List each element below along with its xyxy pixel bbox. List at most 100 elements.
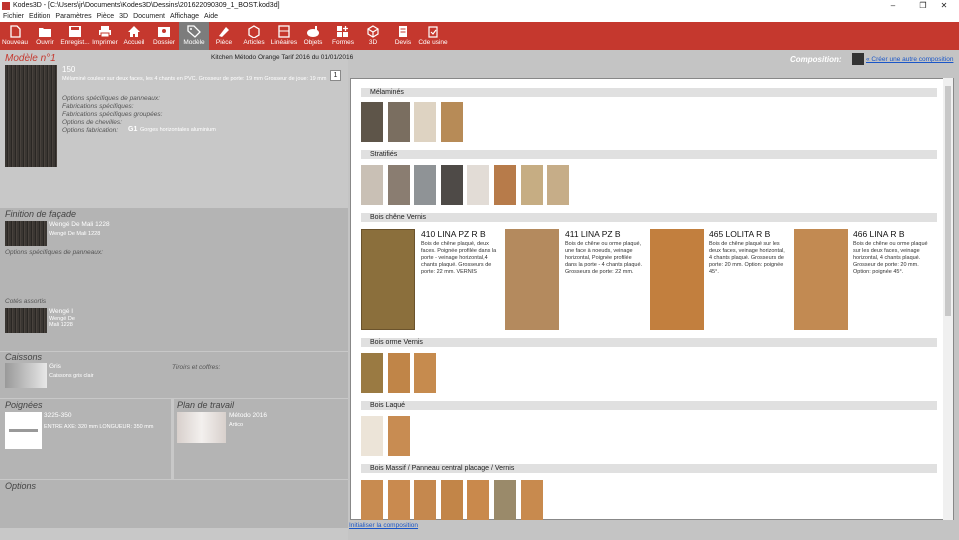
- plan-swatch[interactable]: [177, 412, 226, 443]
- cde-usine-button[interactable]: Cde usine: [418, 22, 448, 50]
- swatch[interactable]: [547, 165, 569, 205]
- category-header-laque[interactable]: Bois Laqué: [361, 401, 937, 410]
- swatch[interactable]: [414, 480, 436, 520]
- tag-icon: [187, 25, 201, 38]
- caissons-swatch[interactable]: [5, 363, 47, 388]
- swatch[interactable]: [441, 102, 463, 142]
- swatch[interactable]: [441, 480, 463, 520]
- swatch[interactable]: [388, 102, 410, 142]
- reset-composition-link[interactable]: Initialiser la composition: [349, 522, 418, 529]
- finition-section: [0, 208, 348, 351]
- cote-swatch[interactable]: [5, 308, 47, 333]
- menu-edition[interactable]: Edition: [29, 12, 50, 22]
- finition-title: Finition de façade: [5, 209, 77, 219]
- catalog-label: Kitchen Método Orange Tarif 2016 du 01/0…: [211, 54, 354, 61]
- door-410-desc: Bois de chêne plaqué, deux faces. Poigné…: [421, 241, 497, 275]
- catalog-panel: Mélaminés Stratifiés Bois chêne Vernis 4…: [350, 78, 954, 520]
- close-icon[interactable]: ✕: [929, 0, 959, 12]
- swatch[interactable]: [521, 480, 543, 520]
- model-panel: Modèle n°1 150 Mélaminé couleur sur deux…: [0, 50, 348, 540]
- swatch[interactable]: [494, 165, 516, 205]
- option-fabrication: Options fabrication:: [62, 127, 119, 134]
- menu-document[interactable]: Document: [133, 12, 165, 22]
- menu-affichage[interactable]: Affichage: [170, 12, 199, 22]
- poignee-code: 3225-350: [44, 412, 72, 419]
- folder-open-icon: [39, 28, 51, 37]
- door-465-desc: Bois de chêne plaqué sur les deux faces,…: [709, 241, 785, 275]
- fab-text: Gorges horizontales aluminium: [140, 127, 216, 133]
- door-410-image[interactable]: [361, 229, 415, 330]
- category-header-orme-vernis[interactable]: Bois orme Vernis: [361, 338, 937, 347]
- window-title: Kodes3D - [C:\Users\jr\Documents\Kodes3D…: [13, 2, 280, 9]
- finition-sub: Wengé De Mali 1228: [49, 231, 101, 237]
- caissons-title: Caissons: [5, 352, 43, 362]
- caissons-sub: Caissons gris clair: [49, 373, 94, 379]
- door-465-image[interactable]: [650, 229, 704, 330]
- swatch[interactable]: [361, 480, 383, 520]
- model-badge[interactable]: 1: [330, 70, 341, 81]
- composition-thumbnail[interactable]: [852, 53, 864, 65]
- door-466-image[interactable]: [794, 229, 848, 330]
- swatch[interactable]: [388, 353, 410, 393]
- shapes-icon: [337, 26, 348, 37]
- room-icon: [219, 27, 229, 37]
- swatch[interactable]: [388, 416, 410, 456]
- swatch[interactable]: [441, 165, 463, 205]
- menu-bar: Fichier Edition Paramètres Pièce 3D Document A…: [0, 12, 959, 22]
- swatch[interactable]: [414, 102, 436, 142]
- swatch[interactable]: [414, 353, 436, 393]
- plan-title: Plan de travail: [177, 400, 235, 410]
- swatch[interactable]: [361, 416, 383, 456]
- scrollbar-thumb[interactable]: [945, 86, 951, 316]
- menu-piece[interactable]: Pièce: [97, 12, 115, 22]
- category-header-massif[interactable]: Bois Massif / Panneau central placage / …: [361, 464, 937, 473]
- option-fabrications-groupees: Fabrications spécifiques groupées:: [62, 111, 163, 118]
- composition-label: Composition:: [790, 55, 842, 64]
- cote-sub2: Mali 1228: [49, 322, 73, 328]
- category-header-stratifies[interactable]: Stratifiés: [361, 150, 937, 159]
- swatch[interactable]: [494, 480, 516, 520]
- menu-3d[interactable]: 3D: [119, 12, 128, 22]
- options-section: [0, 480, 348, 528]
- door-466-title[interactable]: 466 LINA R B: [853, 229, 905, 239]
- door-411-title[interactable]: 411 LINA PZ B: [565, 229, 621, 239]
- door-411-image[interactable]: [505, 229, 559, 330]
- model-door-thumbnail[interactable]: [5, 65, 57, 167]
- plan-name: Método 2016: [229, 412, 267, 419]
- user-folder-icon: [158, 27, 170, 37]
- home-icon: [128, 26, 140, 37]
- swatch[interactable]: [361, 165, 383, 205]
- cotes-title: Cotés assortis: [5, 298, 47, 305]
- swatch[interactable]: [388, 165, 410, 205]
- swatch[interactable]: [361, 102, 383, 142]
- plan-sub: Artico: [229, 422, 244, 428]
- poignee-thumbnail[interactable]: [5, 412, 42, 449]
- finition-swatch[interactable]: [5, 221, 47, 246]
- swatch[interactable]: [467, 165, 489, 205]
- tiroirs-label: Tiroirs et coffres:: [172, 364, 221, 371]
- finition-panneaux: Options spécifiques de panneaux:: [5, 249, 103, 256]
- door-465-title[interactable]: 465 LOLITA R B: [709, 229, 770, 239]
- create-composition-link[interactable]: « Créer une autre composition: [866, 56, 953, 63]
- menu-parametres[interactable]: Paramètres: [55, 12, 91, 22]
- door-410-title[interactable]: 410 LINA PZ R B: [421, 229, 486, 239]
- menu-fichier[interactable]: Fichier: [3, 12, 24, 22]
- swatch[interactable]: [388, 480, 410, 520]
- minimize-icon[interactable]: –: [878, 0, 908, 12]
- model-description: Mélaminé couleur sur deux faces, les 4 c…: [62, 76, 327, 82]
- new-file-icon: [10, 25, 21, 38]
- swatch[interactable]: [361, 353, 383, 393]
- swatch[interactable]: [521, 165, 543, 205]
- door-466-desc: Bois de chêne ou orme plaqué sur les deu…: [853, 241, 928, 275]
- quote-icon: [399, 26, 407, 37]
- menu-aide[interactable]: Aide: [204, 12, 218, 22]
- category-header-melamines[interactable]: Mélaminés: [361, 88, 937, 97]
- caissons-name: Gris: [49, 363, 61, 370]
- model-code: 150: [62, 65, 76, 74]
- objects-icon: [307, 26, 319, 37]
- options-title: Options: [5, 481, 37, 491]
- category-header-chene-vernis[interactable]: Bois chêne Vernis: [361, 213, 937, 222]
- swatch[interactable]: [414, 165, 436, 205]
- swatch[interactable]: [467, 480, 489, 520]
- option-panneaux: Options spécifiques de panneaux:: [62, 95, 160, 102]
